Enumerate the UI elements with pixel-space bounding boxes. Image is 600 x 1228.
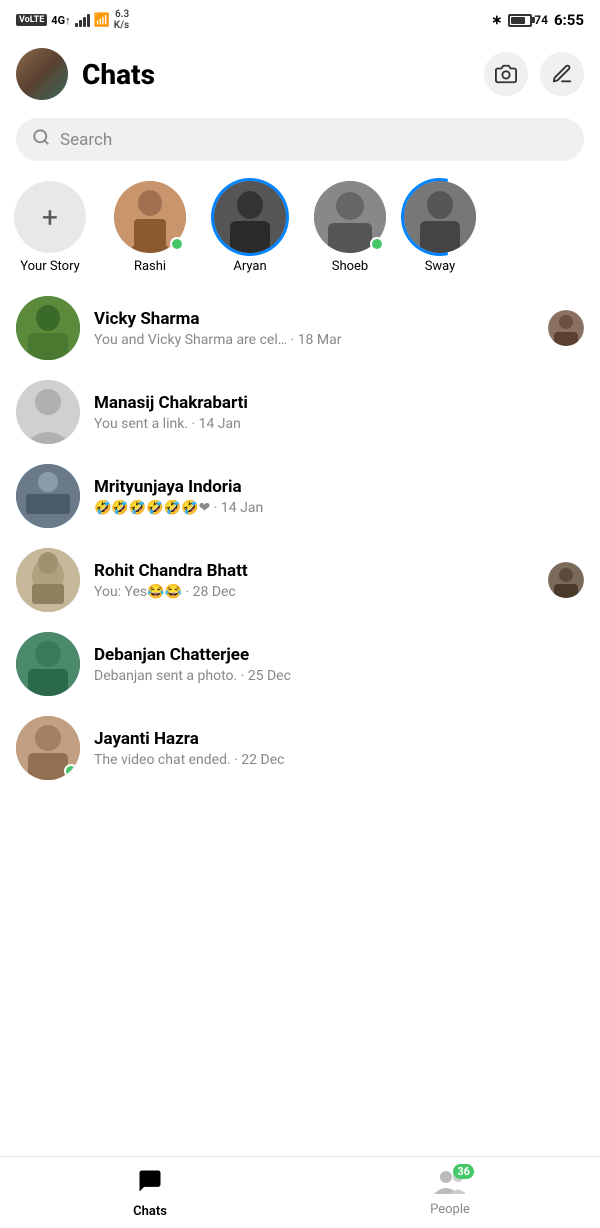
rashi-avatar-wrapper xyxy=(114,181,186,253)
story-item-sway[interactable]: Sway xyxy=(400,181,480,274)
mrityunjaya-preview: 🤣🤣🤣🤣🤣🤣❤ · 14 Jan xyxy=(94,500,584,516)
people-nav-label: People xyxy=(430,1202,470,1217)
rohit-avatar xyxy=(16,548,80,612)
mrityunjaya-avatar-img xyxy=(16,464,80,528)
app-header: Chats xyxy=(0,40,600,112)
signal-bars xyxy=(75,13,90,27)
battery-container: 74 xyxy=(508,13,548,27)
manasij-name: Manasij Chakrabarti xyxy=(94,393,584,413)
your-story-avatar-wrapper: + xyxy=(14,181,86,253)
vicky-thumb xyxy=(548,310,584,346)
vicky-info: Vicky Sharma You and Vicky Sharma are ce… xyxy=(94,309,548,348)
rashi-label: Rashi xyxy=(134,259,166,274)
status-bar: VoLTE 4G↑ 📶 6.3K/s ∗ 74 6:55 xyxy=(0,0,600,40)
jayanti-online-indicator xyxy=(64,764,78,778)
rohit-info: Rohit Chandra Bhatt You: Yes😂😂 · 28 Dec xyxy=(94,561,548,600)
search-icon xyxy=(32,128,50,151)
speed-text: 6.3K/s xyxy=(114,9,129,31)
story-item-aryan[interactable]: Aryan xyxy=(200,181,300,274)
manasij-avatar xyxy=(16,380,80,444)
chat-list: Vicky Sharma You and Vicky Sharma are ce… xyxy=(0,286,600,790)
camera-button[interactable] xyxy=(484,52,528,96)
shoeb-online-indicator xyxy=(370,237,384,251)
mrityunjaya-name: Mrityunjaya Indoria xyxy=(94,477,584,497)
manasij-preview: You sent a link. · 14 Jan xyxy=(94,416,584,432)
volte-badge: VoLTE xyxy=(16,14,47,26)
clock: 6:55 xyxy=(554,11,584,29)
vicky-avatar xyxy=(16,296,80,360)
debanjan-preview: Debanjan sent a photo. · 25 Dec xyxy=(94,668,584,684)
jayanti-info: Jayanti Hazra The video chat ended. · 22… xyxy=(94,729,584,768)
chat-item-manasij[interactable]: Manasij Chakrabarti You sent a link. · 1… xyxy=(0,370,600,454)
edit-icon xyxy=(551,63,573,85)
chats-nav-icon xyxy=(136,1167,164,1202)
your-story-label: Your Story xyxy=(20,259,80,274)
status-right: ∗ 74 6:55 xyxy=(491,11,584,29)
chat-item-vicky[interactable]: Vicky Sharma You and Vicky Sharma are ce… xyxy=(0,286,600,370)
user-avatar[interactable] xyxy=(16,48,68,100)
battery-percent: 74 xyxy=(534,13,548,27)
rohit-avatar-img xyxy=(16,548,80,612)
debanjan-name: Debanjan Chatterjee xyxy=(94,645,584,665)
chat-item-jayanti[interactable]: Jayanti Hazra The video chat ended. · 22… xyxy=(0,706,600,790)
stories-section: + Your Story Rashi xyxy=(0,173,600,286)
camera-icon xyxy=(495,63,517,85)
aryan-avatar-wrapper xyxy=(214,181,286,253)
rohit-meta xyxy=(548,562,584,598)
vicky-meta xyxy=(548,310,584,346)
search-placeholder: Search xyxy=(60,130,112,150)
status-left: VoLTE 4G↑ 📶 6.3K/s xyxy=(16,9,129,31)
signal-4g: 4G↑ xyxy=(51,14,70,27)
debanjan-avatar xyxy=(16,632,80,696)
vicky-name: Vicky Sharma xyxy=(94,309,548,329)
bottom-navigation: Chats 36 People xyxy=(0,1156,600,1228)
story-item-your-story[interactable]: + Your Story xyxy=(0,181,100,274)
compose-button[interactable] xyxy=(540,52,584,96)
rohit-thumb xyxy=(548,562,584,598)
bluetooth-icon: ∗ xyxy=(491,13,502,28)
story-item-rashi[interactable]: Rashi xyxy=(100,181,200,274)
rohit-preview: You: Yes😂😂 · 28 Dec xyxy=(94,584,548,600)
chat-item-debanjan[interactable]: Debanjan Chatterjee Debanjan sent a phot… xyxy=(0,622,600,706)
story-item-shoeb[interactable]: Shoeb xyxy=(300,181,400,274)
aryan-story-ring xyxy=(211,178,289,256)
nav-people[interactable]: 36 People xyxy=(300,1157,600,1228)
debanjan-avatar-img xyxy=(16,632,80,696)
search-container: Search xyxy=(0,112,600,173)
search-bar[interactable]: Search xyxy=(16,118,584,161)
people-badge: 36 xyxy=(434,1168,466,1200)
battery-fill xyxy=(511,17,524,24)
vicky-preview: You and Vicky Sharma are cel… · 18 Mar xyxy=(94,332,548,348)
aryan-label: Aryan xyxy=(233,259,266,274)
nav-chats[interactable]: Chats xyxy=(0,1157,300,1228)
jayanti-preview: The video chat ended. · 22 Dec xyxy=(94,752,584,768)
shoeb-label: Shoeb xyxy=(332,259,369,274)
jayanti-avatar xyxy=(16,716,80,780)
rohit-name: Rohit Chandra Bhatt xyxy=(94,561,548,581)
wifi-icon: 📶 xyxy=(94,13,110,28)
chat-item-mrityunjaya[interactable]: Mrityunjaya Indoria 🤣🤣🤣🤣🤣🤣❤ · 14 Jan xyxy=(0,454,600,538)
people-count-badge: 36 xyxy=(453,1164,474,1179)
jayanti-name: Jayanti Hazra xyxy=(94,729,584,749)
rashi-online-indicator xyxy=(170,237,184,251)
page-title: Chats xyxy=(82,58,484,91)
sway-avatar-wrapper xyxy=(404,181,476,253)
vicky-avatar-img xyxy=(16,296,80,360)
header-actions xyxy=(484,52,584,96)
chat-item-rohit[interactable]: Rohit Chandra Bhatt You: Yes😂😂 · 28 Dec xyxy=(0,538,600,622)
add-story-button[interactable]: + xyxy=(14,181,86,253)
manasij-avatar-img xyxy=(16,380,80,444)
sway-label: Sway xyxy=(425,259,456,274)
manasij-info: Manasij Chakrabarti You sent a link. · 1… xyxy=(94,393,584,432)
chat-bubble-icon xyxy=(136,1167,164,1195)
mrityunjaya-info: Mrityunjaya Indoria 🤣🤣🤣🤣🤣🤣❤ · 14 Jan xyxy=(94,477,584,516)
debanjan-info: Debanjan Chatterjee Debanjan sent a phot… xyxy=(94,645,584,684)
battery-icon xyxy=(508,14,532,27)
shoeb-avatar-wrapper xyxy=(314,181,386,253)
mrityunjaya-avatar xyxy=(16,464,80,528)
chats-nav-label: Chats xyxy=(133,1204,167,1219)
